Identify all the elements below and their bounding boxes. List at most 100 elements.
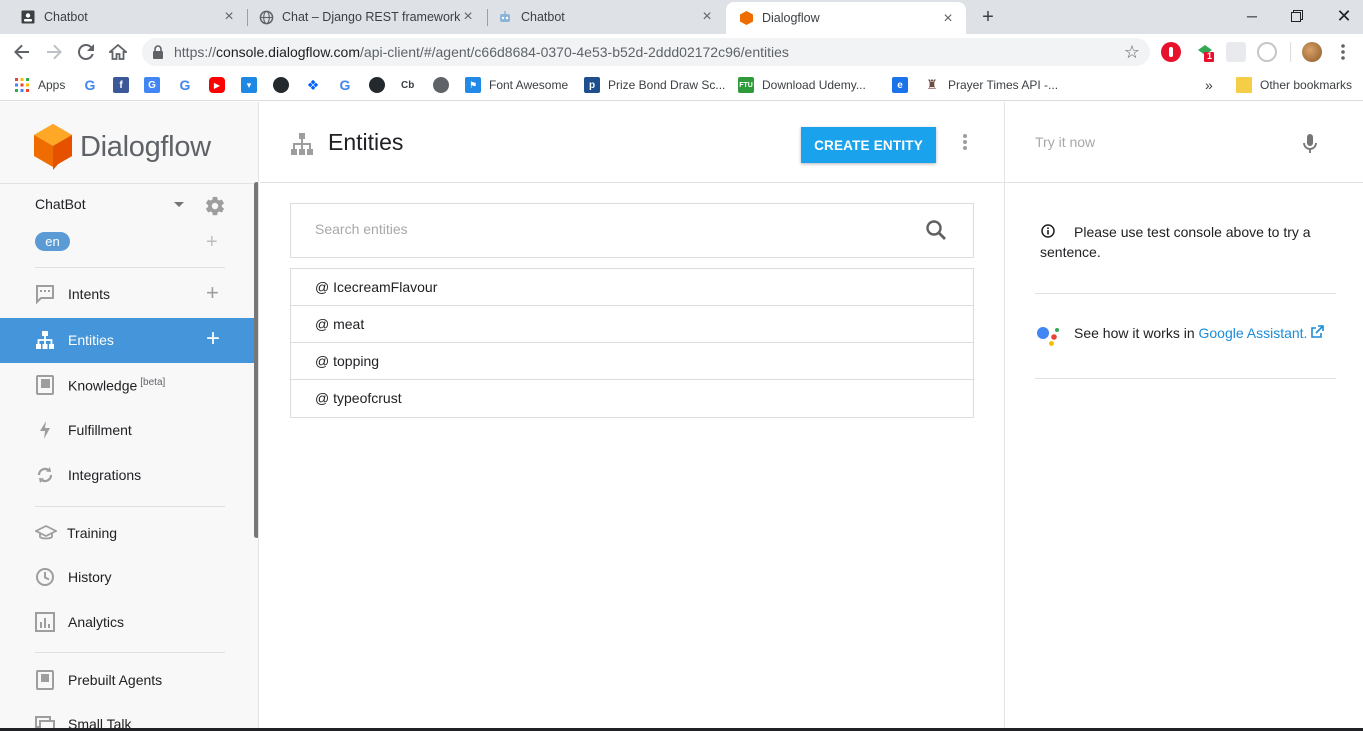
bookmark-github[interactable]	[369, 76, 393, 94]
new-tab-button[interactable]: +	[978, 7, 998, 27]
font-awesome-flag-icon: ⚑	[465, 77, 481, 93]
bookmark-cb[interactable]: Cb	[401, 76, 414, 94]
bookmark-star-icon[interactable]: ☆	[1124, 42, 1140, 63]
tab-chatbot-1[interactable]: Chatbot ×	[0, 0, 247, 34]
folder-icon	[1236, 77, 1252, 93]
address-bar[interactable]: https://console.dialogflow.com/api-clien…	[142, 38, 1150, 66]
extension-icon[interactable]	[1226, 42, 1246, 62]
entity-row[interactable]: @ topping	[291, 343, 973, 380]
minimize-icon[interactable]: ─	[1242, 6, 1262, 26]
home-icon[interactable]	[106, 40, 130, 64]
e-icon: e	[892, 77, 908, 93]
back-icon[interactable]	[10, 40, 34, 64]
forward-icon[interactable]	[42, 40, 66, 64]
beta-tag: [beta]	[140, 377, 166, 388]
bookmark-prize-bond[interactable]: p Prize Bond Draw Sc...	[584, 76, 725, 94]
bookmark-github[interactable]	[273, 76, 297, 94]
entity-list: @ IcecreamFlavour @ meat @ topping @ typ…	[290, 268, 974, 418]
browser-toolbar: https://console.dialogflow.com/api-clien…	[0, 34, 1363, 70]
integrations-icon	[37, 467, 53, 483]
agent-selector[interactable]: ChatBot	[35, 196, 86, 212]
tab-title: Chat – Django REST framework	[282, 10, 461, 24]
tab-dialogflow-active[interactable]: Dialogflow ×	[726, 2, 966, 34]
dialogflow-logo[interactable]: Dialogflow	[34, 124, 211, 170]
assistant-prefix: See how it works in	[1074, 325, 1199, 341]
bookmark-udemy[interactable]: FTU Download Udemy...	[738, 76, 866, 94]
sidebar-item-intents[interactable]: Intents +	[0, 272, 254, 317]
bookmark-font-awesome[interactable]: ⚑ Font Awesome	[465, 76, 568, 94]
create-entity-button[interactable]: CREATE ENTITY	[801, 127, 936, 163]
sidebar-item-label: Training	[67, 525, 118, 541]
more-options-icon[interactable]	[962, 134, 968, 152]
bookmark-prayer-times[interactable]: ♜ Prayer Times API -...	[924, 76, 1058, 94]
dropbox-icon: ❖	[306, 76, 320, 93]
close-tab-icon[interactable]: ×	[221, 9, 237, 25]
extension-badge-count: 1	[1207, 51, 1213, 61]
add-language-button[interactable]: +	[206, 232, 218, 252]
sidebar-item-label: Knowledge [beta]	[68, 377, 165, 394]
reload-icon[interactable]	[74, 40, 98, 64]
bookmark-label: Download Udemy...	[762, 78, 866, 92]
search-input[interactable]	[315, 221, 895, 237]
bookmark-facebook[interactable]: f	[113, 76, 137, 94]
google-assistant-link[interactable]: Google Assistant.	[1199, 325, 1308, 341]
bookmark-youtube[interactable]: ▶	[209, 76, 233, 94]
profile-avatar[interactable]	[1302, 42, 1322, 62]
bookmark-google[interactable]: G	[82, 76, 106, 94]
github-icon	[273, 77, 289, 93]
try-it-now-input[interactable]	[1035, 134, 1295, 150]
search-icon[interactable]	[925, 219, 947, 241]
bookmark-label: Prayer Times API -...	[948, 78, 1059, 92]
sidebar-item-history[interactable]: History	[0, 555, 254, 600]
language-badge[interactable]: en	[35, 232, 70, 251]
bookmark-translate[interactable]: G	[144, 76, 168, 94]
bookmarks-overflow-button[interactable]: »	[1205, 76, 1213, 94]
sidebar-scrollbar[interactable]	[254, 182, 258, 538]
adblock-extension-icon[interactable]	[1161, 42, 1181, 62]
google-assistant-icon	[1037, 327, 1059, 346]
other-bookmarks[interactable]: Other bookmarks	[1236, 76, 1352, 94]
sidebar-item-integrations[interactable]: Integrations	[0, 453, 254, 498]
bookmark-google[interactable]: G	[337, 76, 361, 94]
external-link-icon[interactable]	[1310, 325, 1325, 339]
add-intent-button[interactable]: +	[206, 282, 219, 304]
bookmark-e[interactable]: e	[892, 76, 916, 94]
chevron-down-icon[interactable]	[174, 202, 184, 207]
p-icon: p	[584, 77, 600, 93]
google-icon: G	[339, 77, 351, 93]
sidebar-item-entities[interactable]: Entities +	[0, 318, 254, 363]
entity-row[interactable]: @ typeofcrust	[291, 380, 973, 417]
chrome-menu-icon[interactable]	[1336, 42, 1350, 62]
bookmark-label: Other bookmarks	[1260, 78, 1353, 92]
bookmark-google[interactable]: G	[177, 76, 201, 94]
sidebar-item-training[interactable]: Training	[0, 511, 254, 556]
sidebar-item-knowledge[interactable]: Knowledge [beta]	[0, 363, 254, 408]
close-window-icon[interactable]: ✕	[1334, 6, 1354, 26]
restore-icon[interactable]	[1287, 6, 1307, 26]
sidebar-item-label: Integrations	[68, 467, 142, 483]
sidebar-item-analytics[interactable]: Analytics	[0, 600, 254, 645]
extension-clock-icon[interactable]	[1257, 42, 1277, 62]
sidebar-item-fulfillment[interactable]: Fulfillment	[0, 408, 254, 453]
bookmark-dropbox[interactable]: ❖	[305, 76, 329, 94]
bookmark-pocket[interactable]: ▾	[241, 76, 265, 94]
facebook-icon: f	[113, 77, 129, 93]
add-entity-button[interactable]: +	[206, 327, 220, 351]
tab-django-rest[interactable]: Chat – Django REST framework ×	[238, 0, 486, 34]
gear-icon[interactable]	[204, 195, 226, 217]
sidebar-item-prebuilt-agents[interactable]: Prebuilt Agents	[0, 658, 254, 703]
close-tab-icon[interactable]: ×	[460, 9, 476, 25]
entity-row[interactable]: @ meat	[291, 306, 973, 343]
close-tab-icon[interactable]: ×	[699, 9, 715, 25]
bookmark-apps[interactable]: Apps	[14, 76, 65, 94]
tab-chatbot-2[interactable]: Chatbot ×	[477, 0, 725, 34]
sidebar-item-small-talk[interactable]: Small Talk	[0, 702, 254, 731]
globe-icon	[433, 77, 449, 93]
extension-badge-icon[interactable]: 1	[1195, 42, 1215, 62]
google-icon: G	[84, 77, 96, 93]
browser-tab-strip: Chatbot × Chat – Django REST framework ×…	[0, 0, 1363, 34]
close-tab-icon[interactable]: ×	[940, 11, 956, 27]
entity-row[interactable]: @ IcecreamFlavour	[291, 269, 973, 306]
microphone-icon[interactable]	[1302, 133, 1318, 155]
bookmark-globe[interactable]	[433, 76, 457, 94]
